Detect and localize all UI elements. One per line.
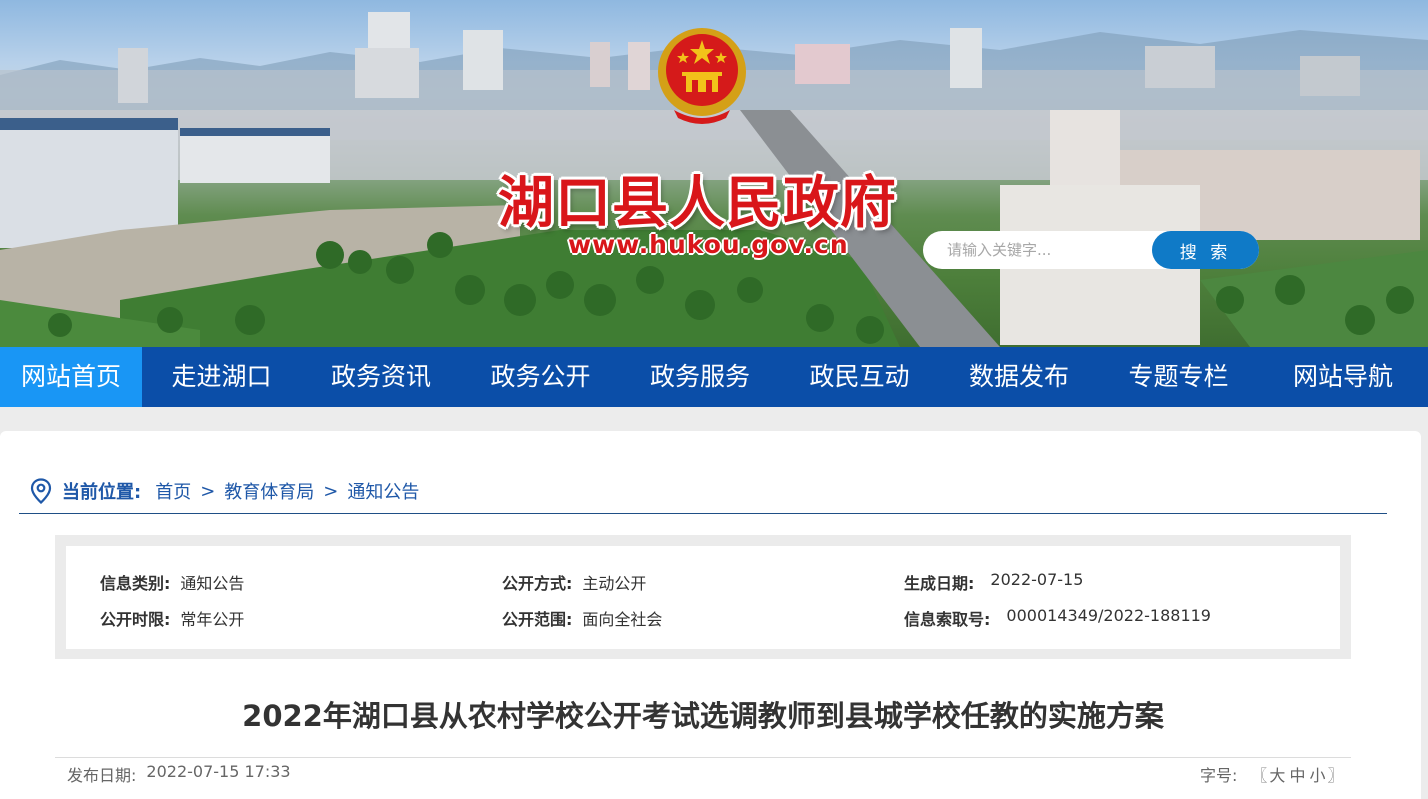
content-panel: 当前位置: 首页 > 教育体育局 > 通知公告 信息类别: 通知公告 公开方式:…: [0, 431, 1421, 799]
nav-item-data[interactable]: 数据发布: [939, 347, 1099, 407]
breadcrumb-link-notices[interactable]: 通知公告: [347, 478, 419, 504]
header-banner: 湖口县人民政府 www.hukou.gov.cn 搜 索: [0, 0, 1428, 347]
info-term-value: 常年公开: [180, 610, 245, 629]
breadcrumb-separator: >: [323, 480, 339, 502]
info-index-value: 000014349/2022-188119: [1006, 606, 1211, 625]
search-input[interactable]: [923, 231, 1163, 269]
info-term-label: 公开时限:: [100, 610, 171, 629]
info-method-label: 公开方式:: [502, 574, 573, 593]
font-size-large-button[interactable]: 大: [1269, 762, 1285, 786]
breadcrumb-divider: [19, 513, 1387, 514]
info-date-value: 2022-07-15: [990, 570, 1084, 589]
info-metadata-box: 信息类别: 通知公告 公开方式: 主动公开 生成日期: 2022-07-15 公…: [55, 535, 1351, 659]
publish-date-label: 发布日期:: [67, 766, 137, 785]
search-bar: 搜 索: [923, 231, 1259, 269]
info-category: 信息类别: 通知公告: [100, 570, 244, 594]
info-date: 生成日期: 2022-07-15: [904, 570, 1083, 594]
font-size-label: 字号:: [1200, 766, 1238, 785]
publish-date: 发布日期: 2022-07-15 17:33: [67, 762, 291, 786]
article-meta: 发布日期: 2022-07-15 17:33 字号: 〖 大 中 小 〗: [55, 757, 1351, 785]
breadcrumb-link-education[interactable]: 教育体育局: [224, 478, 314, 504]
info-scope-label: 公开范围:: [502, 610, 573, 629]
site-title: 湖口县人民政府: [498, 171, 897, 236]
breadcrumb: 当前位置: 首页 > 教育体育局 > 通知公告: [30, 478, 419, 504]
font-size-small-button[interactable]: 小: [1309, 762, 1325, 786]
nav-item-topics[interactable]: 专题专栏: [1099, 347, 1258, 407]
breadcrumb-link-home[interactable]: 首页: [155, 478, 191, 504]
font-size-bracket-close: 〗: [1327, 766, 1344, 785]
publish-date-value: 2022-07-15 17:33: [146, 762, 291, 781]
location-pin-icon: [30, 478, 52, 504]
font-size-bracket-open: 〖: [1251, 766, 1268, 785]
nav-item-about[interactable]: 走进湖口: [142, 347, 301, 407]
info-method: 公开方式: 主动公开: [502, 570, 646, 594]
article-title: 2022年湖口县从农村学校公开考试选调教师到县城学校任教的实施方案: [242, 699, 1164, 733]
national-emblem-icon: [658, 28, 746, 124]
breadcrumb-label: 当前位置:: [62, 482, 142, 503]
breadcrumb-separator: >: [200, 480, 216, 502]
font-size-medium-button[interactable]: 中: [1289, 762, 1305, 786]
info-method-value: 主动公开: [582, 574, 647, 593]
site-url: www.hukou.gov.cn: [568, 230, 849, 259]
info-category-label: 信息类别:: [100, 574, 171, 593]
search-button[interactable]: 搜 索: [1152, 231, 1259, 269]
nav-item-disclosure[interactable]: 政务公开: [461, 347, 620, 407]
nav-item-home[interactable]: 网站首页: [0, 347, 142, 407]
nav-item-news[interactable]: 政务资讯: [301, 347, 461, 407]
main-nav: 网站首页 走进湖口 政务资讯 政务公开 政务服务 政民互动 数据发布 专题专栏 …: [0, 347, 1428, 407]
info-scope: 公开范围: 面向全社会: [502, 606, 662, 630]
nav-item-services[interactable]: 政务服务: [620, 347, 780, 407]
font-size-controls: 字号: 〖 大 中 小 〗: [1200, 762, 1343, 786]
info-category-value: 通知公告: [180, 574, 245, 593]
nav-item-sitemap[interactable]: 网站导航: [1258, 347, 1428, 407]
info-scope-value: 面向全社会: [582, 610, 663, 629]
info-date-label: 生成日期:: [904, 574, 975, 593]
info-index: 信息索取号: 000014349/2022-188119: [904, 606, 1211, 630]
info-term: 公开时限: 常年公开: [100, 606, 244, 630]
nav-item-interaction[interactable]: 政民互动: [780, 347, 939, 407]
info-metadata-table: 信息类别: 通知公告 公开方式: 主动公开 生成日期: 2022-07-15 公…: [66, 546, 1340, 649]
info-index-label: 信息索取号:: [904, 610, 991, 629]
